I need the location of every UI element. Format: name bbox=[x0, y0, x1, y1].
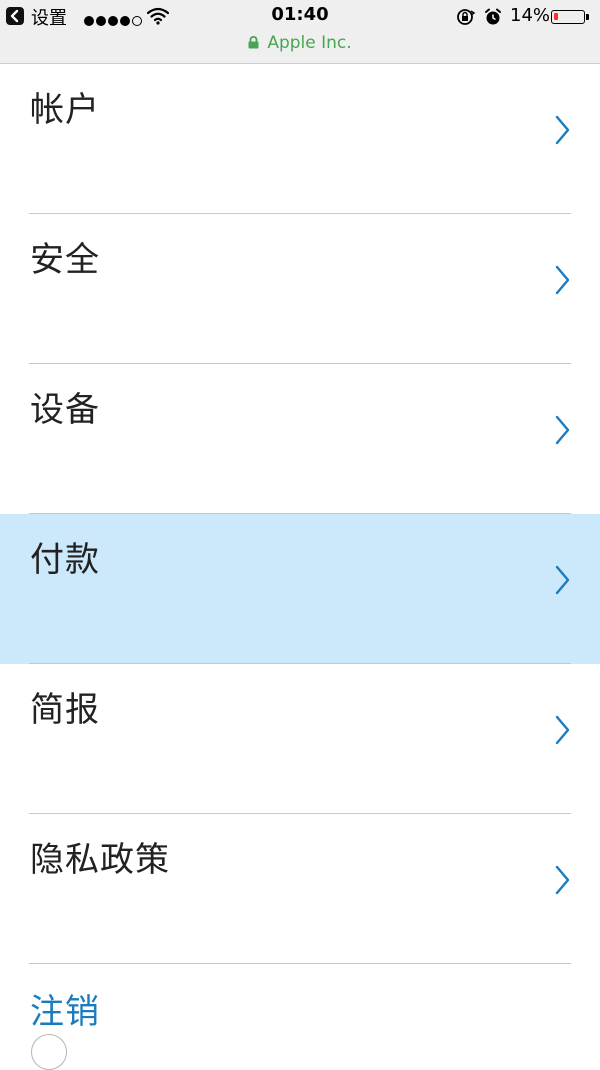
site-identity: Apple Inc. bbox=[0, 33, 600, 53]
battery-icon bbox=[551, 10, 585, 24]
menu-item-devices[interactable]: 设备 bbox=[0, 364, 600, 514]
status-bar: 设置 01:40 14% Apple Inc. bbox=[0, 0, 600, 64]
alarm-clock-icon bbox=[485, 8, 501, 25]
battery-fill bbox=[554, 13, 558, 20]
menu-item-label: 简报 bbox=[30, 690, 100, 730]
chevron-right-icon bbox=[555, 715, 570, 745]
menu-item-newsletters[interactable]: 简报 bbox=[0, 664, 600, 814]
rotation-lock-icon bbox=[457, 9, 476, 25]
partial-circle-icon bbox=[31, 1034, 67, 1070]
logout-link[interactable]: 注销 bbox=[30, 984, 100, 1033]
row-divider bbox=[29, 963, 571, 964]
menu-item-payment[interactable]: 付款 bbox=[0, 514, 600, 664]
chevron-right-icon bbox=[555, 565, 570, 595]
menu-item-label: 设备 bbox=[30, 390, 100, 430]
account-menu-list: 帐户 安全 设备 付款 简报 隐私政策 bbox=[0, 64, 600, 964]
chevron-right-icon bbox=[555, 415, 570, 445]
battery-tip bbox=[586, 14, 589, 20]
padlock-icon bbox=[248, 36, 259, 49]
menu-item-label: 安全 bbox=[30, 240, 100, 280]
menu-item-label: 帐户 bbox=[30, 90, 100, 130]
battery-percent: 14% bbox=[510, 5, 551, 26]
site-name: Apple Inc. bbox=[267, 33, 352, 53]
chevron-right-icon bbox=[555, 865, 570, 895]
status-bar-row: 设置 01:40 14% bbox=[0, 3, 600, 29]
menu-item-label: 隐私政策 bbox=[30, 840, 170, 880]
menu-item-privacy-policy[interactable]: 隐私政策 bbox=[0, 814, 600, 964]
chevron-right-icon bbox=[555, 265, 570, 295]
menu-item-label: 付款 bbox=[30, 540, 100, 580]
menu-item-account[interactable]: 帐户 bbox=[0, 64, 600, 214]
menu-item-security[interactable]: 安全 bbox=[0, 214, 600, 364]
chevron-right-icon bbox=[555, 115, 570, 145]
